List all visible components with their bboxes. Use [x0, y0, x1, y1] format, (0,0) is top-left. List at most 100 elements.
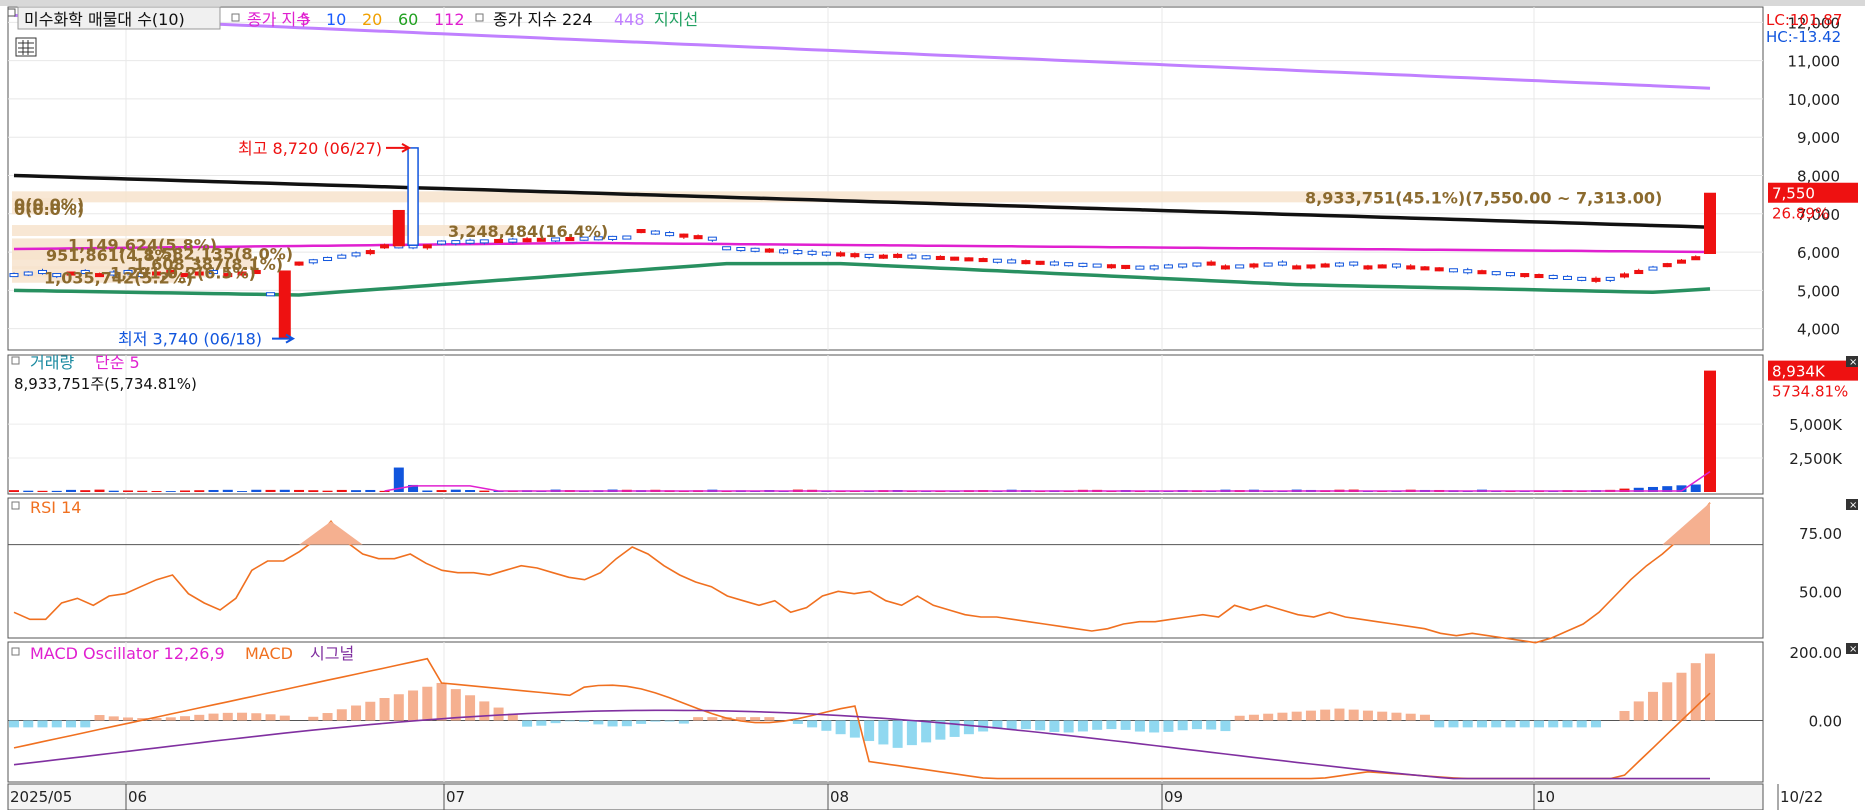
- price-tick-label: 6,000: [1797, 244, 1840, 262]
- candle-body: [437, 240, 447, 245]
- date-tick-label: 07: [446, 788, 465, 806]
- macd-osc-bar: [1362, 710, 1373, 721]
- macd-osc-bar: [1334, 708, 1345, 721]
- candle-body: [1520, 273, 1530, 278]
- macd-osc-bar: [1106, 720, 1117, 730]
- candle-body: [23, 271, 33, 276]
- svg-text:×: ×: [1849, 644, 1857, 655]
- macd-osc-bar: [1434, 720, 1445, 728]
- volume-title: 거래량: [30, 353, 74, 372]
- macd-osc-bar: [550, 720, 561, 724]
- ma-60-legend: 60: [398, 10, 418, 29]
- volume-bar: [436, 490, 447, 492]
- volume-bar: [479, 490, 490, 492]
- candle-body: [1420, 266, 1430, 271]
- macd-osc-bar: [365, 701, 376, 721]
- candle-body: [1178, 263, 1188, 268]
- volume-bar: [194, 490, 205, 492]
- candle-body: [636, 228, 646, 234]
- macd-osc-bar: [1448, 720, 1459, 728]
- macd-osc-bar: [579, 720, 590, 722]
- rsi-tick-label: 75.00: [1799, 525, 1842, 543]
- price-tick-label: 11,000: [1788, 53, 1841, 71]
- ma-20-legend: 20: [362, 10, 382, 29]
- candle-body: [1334, 262, 1344, 267]
- candle-body: [679, 233, 689, 238]
- volume-bar: [322, 490, 333, 492]
- last-candle: [1704, 192, 1716, 255]
- candle-body: [1049, 261, 1059, 266]
- macd-osc-bar: [208, 713, 219, 721]
- ma-5-legend: 5: [300, 10, 310, 29]
- candle-body: [736, 246, 746, 252]
- candle-body: [1505, 272, 1515, 277]
- macd-osc-bar: [1320, 709, 1331, 721]
- hc-label: HC:-13.42: [1766, 28, 1841, 46]
- macd-osc-bar: [1120, 720, 1131, 730]
- candle-body: [1363, 265, 1373, 270]
- volume-tick-label: 5,000K: [1789, 416, 1843, 434]
- macd-osc-bar: [1206, 720, 1217, 730]
- date-axis-bar: [7, 783, 1764, 810]
- volume-bar: [37, 490, 48, 492]
- volume-current-change: 5734.81%: [1772, 383, 1848, 401]
- volume-bar: [123, 490, 134, 492]
- candle-body: [1591, 277, 1601, 282]
- candle-body: [1320, 263, 1330, 268]
- volume-bar: [308, 490, 319, 492]
- candle-body: [665, 232, 675, 237]
- macd-osc-bar: [849, 720, 860, 738]
- candle-body: [978, 258, 988, 263]
- candle-body: [365, 250, 375, 255]
- candle-body: [1491, 271, 1501, 276]
- candle-body: [1377, 264, 1387, 269]
- volume-bar: [165, 491, 176, 492]
- macd-osc-bar: [607, 720, 618, 727]
- macd-osc-bar: [1063, 720, 1074, 733]
- macd-osc-bar: [835, 720, 846, 735]
- macd-osc-bar: [807, 720, 818, 728]
- macd-osc-bar: [180, 716, 191, 721]
- macd-osc-bar: [108, 716, 119, 721]
- stock-chart[interactable]: 2025/05 06 07 08 09 10 10/2212,00011,00010,000…: [0, 0, 1865, 810]
- macd-osc-bar: [1220, 720, 1231, 732]
- candle-body: [864, 253, 874, 258]
- candle-body: [1249, 263, 1259, 268]
- macd-osc-bar: [1462, 720, 1473, 728]
- candle-body: [1648, 266, 1658, 271]
- macd-osc-bar: [536, 720, 547, 726]
- table-toggle-icon[interactable]: [15, 37, 37, 57]
- current-change: 26.89%: [1772, 205, 1829, 223]
- macd-osc-bar: [422, 686, 433, 721]
- ma-10-legend: 10: [326, 10, 346, 29]
- macd-tick-label: 200.00: [1790, 644, 1843, 662]
- candle-body: [1064, 262, 1074, 267]
- macd-osc-title: MACD Oscillator 12,26,9: [30, 644, 225, 663]
- candle-body: [1691, 256, 1701, 261]
- low-marker-label: 최저 3,740 (06/18): [118, 330, 262, 349]
- macd-osc-bar: [664, 720, 675, 722]
- volume-info: 8,933,751주(5,734.81%): [14, 375, 197, 393]
- macd-osc-bar: [693, 717, 704, 721]
- price-tick-label: 10,000: [1788, 91, 1841, 109]
- macd-osc-bar: [37, 720, 48, 728]
- candle-body: [9, 273, 19, 278]
- candle-body: [878, 254, 888, 259]
- volume-bar: [251, 489, 262, 492]
- candle-body: [850, 253, 860, 258]
- volume-bar: [80, 490, 91, 492]
- macd-osc-bar: [764, 717, 775, 721]
- volume-bar: [9, 490, 19, 492]
- candle-body: [836, 252, 846, 257]
- macd-osc-bar: [522, 720, 533, 727]
- macd-osc-bar: [1035, 720, 1046, 731]
- volume-bar: [294, 489, 305, 492]
- volume-bar: [108, 490, 119, 492]
- macd-osc-bar: [23, 720, 34, 728]
- volume-bar: [1690, 484, 1701, 492]
- volume-bar: [151, 490, 162, 492]
- macd-osc-bar: [1491, 720, 1502, 728]
- candle-body: [1477, 270, 1487, 275]
- macd-osc-bar: [906, 720, 917, 746]
- macd-osc-bar: [336, 709, 347, 721]
